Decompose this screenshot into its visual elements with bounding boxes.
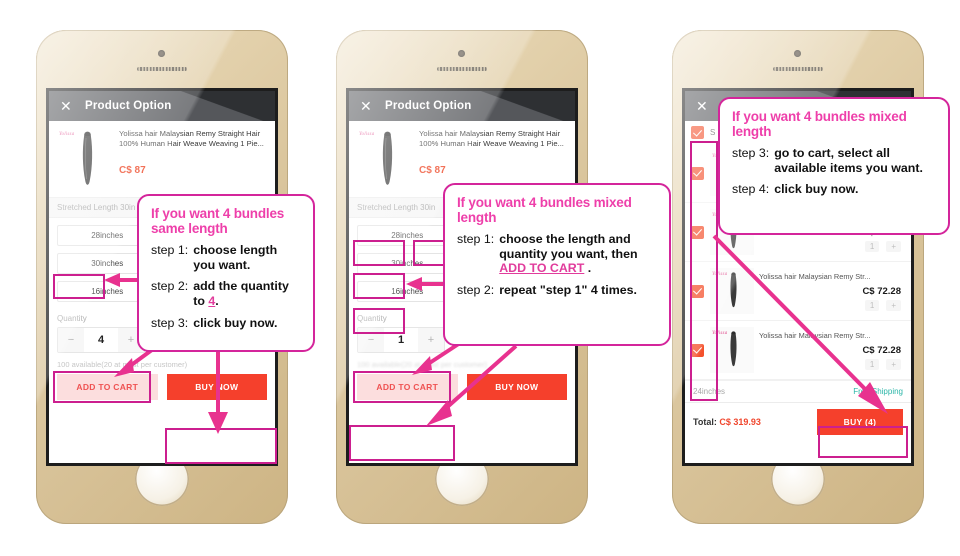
hair-bundle-icon xyxy=(82,131,93,185)
highlight-28inches-2 xyxy=(353,240,405,266)
highlight-buy-button-3 xyxy=(818,426,908,458)
highlight-16inches-2 xyxy=(353,308,405,334)
step-label: step 3: xyxy=(732,146,770,161)
hair-bundle-icon xyxy=(382,131,393,185)
earpiece-speaker xyxy=(773,67,823,71)
callout-2-step-2: step 2: repeat "step 1" 4 times. xyxy=(457,283,657,298)
product-thumb-1: Yolissa xyxy=(57,129,113,193)
front-camera-icon xyxy=(158,50,165,57)
callout-1-heading: If you want 4 bundles same length xyxy=(151,206,285,237)
callout-3: If you want 4 bundles mixed length step … xyxy=(718,97,950,235)
callout-1-step-3: step 3: click buy now. xyxy=(151,316,301,331)
brand-logo: Yolissa xyxy=(59,132,75,137)
step-text: go to cart, select all available items y… xyxy=(774,146,923,175)
close-icon[interactable]: ✕ xyxy=(360,99,372,113)
product-title: Yolissa hair Malaysian Remy Straight Hai… xyxy=(419,129,564,149)
poster-canvas: ✕ Product Option Yolissa Yolissa hair Ma… xyxy=(0,0,960,556)
step-label: step 1: xyxy=(151,243,189,258)
callout-1: If you want 4 bundles same length step 1… xyxy=(137,194,315,352)
step-text-part: choose the length and quantity you want,… xyxy=(499,232,638,261)
step-text: add the quantity to 4. xyxy=(193,279,301,308)
highlight-30inches-1 xyxy=(53,274,105,299)
product-price: C$ 87 xyxy=(119,164,146,176)
step-text: repeat "step 1" 4 times. xyxy=(499,283,637,298)
front-camera-icon xyxy=(794,50,801,57)
product-title: Yolissa hair Malaysian Remy Straight Hai… xyxy=(119,129,264,149)
close-icon[interactable]: ✕ xyxy=(60,99,72,113)
select-all-label: S xyxy=(710,128,716,137)
appbar-1: ✕ Product Option xyxy=(49,91,275,121)
step-text: choose the length and quantity you want,… xyxy=(499,232,657,276)
step-label: step 1: xyxy=(457,232,495,247)
product-thumb-2: Yolissa xyxy=(357,129,413,193)
product-text-1: Yolissa hair Malaysian Remy Straight Hai… xyxy=(113,129,267,193)
callout-3-step-3: step 3: go to cart, select all available… xyxy=(732,146,936,175)
arrow-to-add-to-cart-2 xyxy=(426,344,518,426)
brand-logo: Yolissa xyxy=(359,132,375,137)
arrow-to-buy-button-3 xyxy=(712,234,888,414)
step-text: click buy now. xyxy=(193,315,278,330)
arrow-to-buy-now-1 xyxy=(208,352,228,434)
highlight-30inches-2 xyxy=(353,273,405,299)
appbar-title-2: Product Option xyxy=(385,100,472,112)
product-summary-1: Yolissa Yolissa hair Malaysian Remy Stra… xyxy=(49,121,275,197)
step-text-tail: . xyxy=(584,261,592,276)
step-text: click buy now. xyxy=(774,182,859,197)
step-emphasis: ADD TO CART xyxy=(499,261,585,276)
callout-1-step-1: step 1: choose length you want. xyxy=(151,243,301,272)
callout-2-heading: If you want 4 bundles mixed length xyxy=(457,195,632,226)
quantity-minus-button[interactable]: − xyxy=(58,328,84,352)
step-text: choose length you want. xyxy=(193,243,278,272)
earpiece-speaker xyxy=(137,67,187,71)
callout-2-step-1: step 1: choose the length and quantity y… xyxy=(457,232,657,276)
front-camera-icon xyxy=(458,50,465,57)
earpiece-speaker xyxy=(437,67,487,71)
select-all-checkbox[interactable] xyxy=(691,126,704,139)
step-label: step 3: xyxy=(151,315,189,330)
callout-3-step-4: step 4: click buy now. xyxy=(732,182,936,197)
step-label: step 4: xyxy=(732,182,770,197)
step-label: step 2: xyxy=(457,283,495,298)
close-icon[interactable]: ✕ xyxy=(696,99,708,113)
callout-2: If you want 4 bundles mixed length step … xyxy=(443,183,671,346)
product-price: C$ 87 xyxy=(419,164,446,176)
appbar-2: ✕ Product Option xyxy=(349,91,575,121)
appbar-title-1: Product Option xyxy=(85,100,172,112)
callout-3-heading: If you want 4 bundles mixed length xyxy=(732,109,907,140)
callout-1-step-2: step 2: add the quantity to 4. xyxy=(151,279,301,308)
step-label: step 2: xyxy=(151,279,189,294)
step-text-tail: . xyxy=(215,294,219,309)
